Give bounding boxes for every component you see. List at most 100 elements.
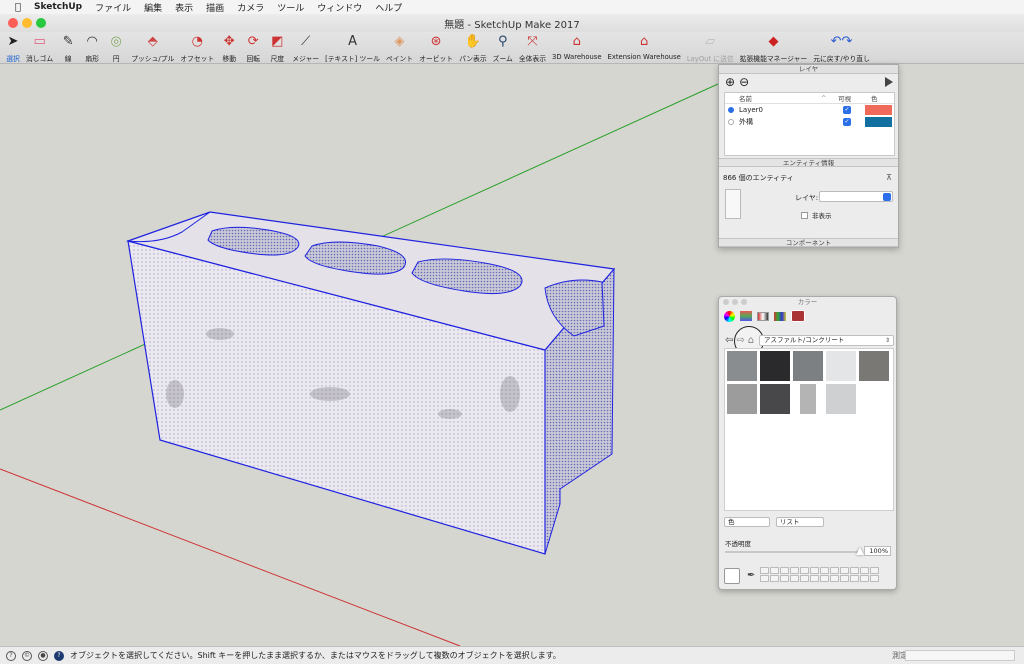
tool-pan-hand-button[interactable]: ✋ パン表示: [459, 32, 487, 63]
tool-undo-redo-button[interactable]: ↶↷ 元に戻す/やり直し: [813, 32, 870, 63]
tool-paint-bucket-button[interactable]: ◈ ペイント: [386, 32, 413, 63]
tool-tape-measure-button[interactable]: ⟋ メジャー: [292, 32, 319, 63]
material-swatch[interactable]: [727, 384, 757, 414]
tool-warehouse-button[interactable]: ⌂ 3D Warehouse: [552, 32, 602, 62]
recent-material-slot[interactable]: [810, 567, 819, 574]
tool-zoom-button[interactable]: ⚲ ズーム: [493, 32, 513, 63]
recent-material-slot[interactable]: [840, 575, 849, 582]
geolocation-icon[interactable]: ?: [6, 650, 16, 661]
menu-help[interactable]: ヘルプ: [375, 1, 402, 14]
material-category-select[interactable]: アスファルト/コンクリート ⇕: [759, 335, 894, 346]
layer-row[interactable]: 外構 ✓: [725, 116, 894, 128]
menu-view[interactable]: 表示: [175, 1, 193, 14]
entity-info-toggle-icon[interactable]: ⊼: [886, 173, 892, 182]
opacity-slider[interactable]: [725, 547, 864, 555]
menu-window[interactable]: ウィンドウ: [317, 1, 362, 14]
recent-material-slot[interactable]: [830, 567, 839, 574]
tool-layout-send-button[interactable]: ▱ LayOut に送信: [687, 32, 734, 63]
recent-material-slot[interactable]: [850, 575, 859, 582]
color-mode-select[interactable]: 色: [724, 517, 770, 527]
opacity-slider-thumb[interactable]: [856, 547, 864, 555]
menu-camera[interactable]: カメラ: [237, 1, 264, 14]
recent-material-slot[interactable]: [780, 567, 789, 574]
layer-active-radio[interactable]: [728, 107, 734, 113]
panel-zoom-button[interactable]: [741, 299, 747, 305]
layer-color-swatch[interactable]: [865, 105, 892, 115]
eyedropper-icon[interactable]: ✒: [747, 570, 755, 581]
crayons-icon[interactable]: [774, 311, 786, 321]
tool-circle-button[interactable]: ◎ 円: [107, 32, 125, 63]
material-swatch[interactable]: [727, 351, 757, 381]
view-mode-select[interactable]: リスト: [776, 517, 824, 527]
recent-material-slot[interactable]: [820, 575, 829, 582]
tool-move-button[interactable]: ✥ 移動: [220, 32, 238, 63]
layer-color-swatch[interactable]: [865, 117, 892, 127]
recent-material-slot[interactable]: [770, 575, 779, 582]
entity-layer-select[interactable]: [819, 191, 893, 202]
recent-material-slot[interactable]: [790, 567, 799, 574]
layer-col-color[interactable]: 色: [871, 93, 878, 103]
recent-material-slot[interactable]: [870, 575, 879, 582]
components-title[interactable]: コンポーネント: [719, 238, 898, 247]
tool-scale-button[interactable]: ◩ 尺度: [268, 32, 286, 63]
layer-row[interactable]: Layer0 ✓: [725, 104, 894, 116]
recent-material-slot[interactable]: [760, 575, 769, 582]
panel-minimize-button[interactable]: [732, 299, 738, 305]
tool-rotate-button[interactable]: ⟳ 回転: [244, 32, 262, 63]
material-swatch[interactable]: [760, 384, 790, 414]
material-swatch[interactable]: [826, 384, 856, 414]
recent-material-slot[interactable]: [860, 567, 869, 574]
layer-visible-checkbox[interactable]: ✓: [843, 106, 851, 114]
layer-visible-checkbox[interactable]: ✓: [843, 118, 851, 126]
materials-brick-icon[interactable]: [791, 310, 805, 322]
color-palettes-icon[interactable]: [757, 311, 769, 321]
menu-file[interactable]: ファイル: [95, 1, 131, 14]
user-account-icon[interactable]: ●: [38, 650, 48, 661]
recent-material-slot[interactable]: [800, 567, 809, 574]
menu-tools[interactable]: ツール: [277, 1, 304, 14]
recent-material-slot[interactable]: [780, 575, 789, 582]
material-swatch[interactable]: [800, 384, 816, 414]
opacity-value[interactable]: 100%: [864, 546, 891, 556]
recent-material-slot[interactable]: [800, 575, 809, 582]
color-wheel-icon[interactable]: [724, 310, 735, 322]
credits-icon[interactable]: ©: [22, 650, 32, 661]
layer-active-radio[interactable]: [728, 119, 734, 125]
tool-extension-manager-button[interactable]: ◆ 拡張機能マネージャー: [740, 32, 808, 63]
material-swatch[interactable]: [859, 351, 889, 381]
close-window-button[interactable]: [8, 18, 18, 28]
remove-layer-icon[interactable]: ⊖: [739, 75, 749, 89]
recent-material-slot[interactable]: [830, 575, 839, 582]
recent-material-slot[interactable]: [820, 567, 829, 574]
back-arrow-icon[interactable]: ⇦: [725, 335, 733, 346]
menu-draw[interactable]: 描画: [206, 1, 224, 14]
hidden-checkbox[interactable]: [801, 211, 808, 219]
tool-orbit-button[interactable]: ⊛ オービット: [419, 32, 453, 63]
tool-text-tool-button[interactable]: A [テキスト] ツール: [325, 32, 380, 63]
tool-zoom-extents-button[interactable]: ⤧ 全体表示: [519, 32, 546, 63]
layer-col-visible[interactable]: 可視: [838, 93, 851, 103]
tool-pencil-button[interactable]: ✎ 線: [59, 32, 77, 63]
recent-material-slot[interactable]: [760, 567, 769, 574]
tool-cursor-button[interactable]: ➤ 選択: [4, 32, 22, 63]
recent-material-slot[interactable]: [770, 567, 779, 574]
apple-menu-icon[interactable]: : [12, 2, 24, 13]
layer-details-icon[interactable]: [885, 77, 893, 87]
tool-arc-button[interactable]: ◠ 扇形: [83, 32, 101, 63]
add-layer-icon[interactable]: ⊕: [725, 75, 735, 89]
recent-material-slot[interactable]: [860, 575, 869, 582]
recent-material-slot[interactable]: [870, 567, 879, 574]
measurements-input[interactable]: [905, 650, 1015, 661]
menu-edit[interactable]: 編集: [144, 1, 162, 14]
current-material-well[interactable]: [724, 568, 740, 584]
tool-push-pull-button[interactable]: ⬘ プッシュ/プル: [131, 32, 174, 63]
menu-sketchup[interactable]: SketchUp: [34, 2, 82, 12]
tool-extension-warehouse-button[interactable]: ⌂ Extension Warehouse: [608, 32, 681, 62]
recent-material-slot[interactable]: [810, 575, 819, 582]
recent-material-slot[interactable]: [790, 575, 799, 582]
minimize-window-button[interactable]: [22, 18, 32, 28]
layer-col-name[interactable]: 名前: [739, 93, 752, 103]
color-sliders-icon[interactable]: [740, 311, 752, 321]
tool-offset-button[interactable]: ◔ オフセット: [180, 32, 214, 63]
recent-material-slot[interactable]: [840, 567, 849, 574]
